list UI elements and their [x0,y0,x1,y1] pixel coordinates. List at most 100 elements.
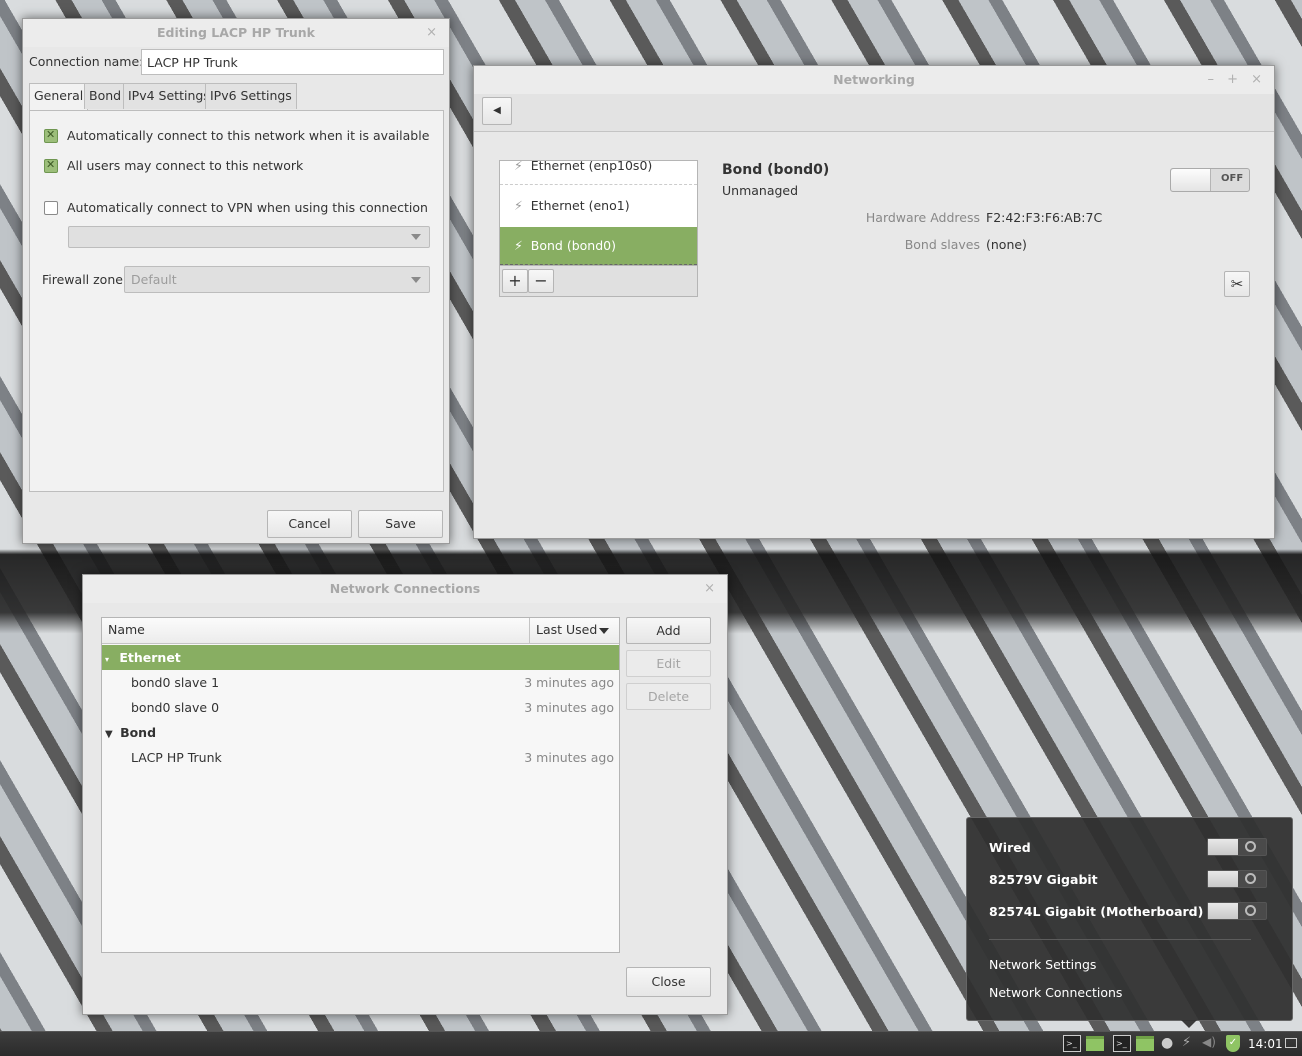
connections-titlebar: Network Connections × [83,575,727,603]
table-row[interactable]: LACP HP Trunk 3 minutes ago [102,745,619,770]
tab-ipv6[interactable]: IPv6 Settings [205,83,297,109]
device-name: Bond (bond0) [722,162,830,178]
off-indicator-icon [1245,841,1256,852]
networking-window: Networking – + × ◀ ⚡ Ethernet (enp10s0) ⚡… [473,65,1275,539]
minimize-icon[interactable]: – [1208,66,1215,94]
ethernet-plug-icon: ⚡ [514,238,523,253]
network-icon[interactable]: ⚡ [1182,1035,1191,1050]
clock[interactable]: 14:01 [1248,1037,1283,1051]
terminal-icon[interactable]: >_ [1063,1035,1081,1052]
device-settings-button[interactable]: ✂ [1224,271,1250,297]
save-button[interactable]: Save [358,510,443,538]
device-label: Ethernet (eno1) [530,198,630,213]
connection-name: bond0 slave 0 [131,700,220,715]
tray-item-82579v: 82579V Gigabit [989,872,1098,887]
taskbar: >_ >_ ● ⚡ ◀) ✓ 14:01 [0,1031,1302,1056]
column-last-used-label: Last Used [536,622,598,637]
network-settings-link[interactable]: Network Settings [989,954,1096,976]
sort-arrow-icon [599,628,609,634]
wired-toggle[interactable] [1207,838,1267,856]
off-indicator-icon [1245,905,1256,916]
off-indicator-icon [1245,873,1256,884]
tab-bond[interactable]: Bond [84,83,127,109]
connection-last-used: 3 minutes ago [524,750,614,765]
toggle-knob [1171,169,1211,191]
hardware-address-label: Hardware Address [865,210,980,225]
delete-button[interactable]: Delete [626,683,711,710]
connections-title: Network Connections [329,581,481,596]
vpn-select[interactable] [68,226,430,248]
column-last-used-header[interactable]: Last Used [529,618,619,643]
tray-item-82574l: 82574L Gigabit (Motherboard) [989,904,1204,919]
editor-tabs: General Bond IPv4 Settings IPv6 Settings [29,83,449,113]
auto-connect-checkbox[interactable] [44,128,58,143]
device-item-enp10s0[interactable]: ⚡ Ethernet (enp10s0) [500,160,697,185]
device-item-eno1[interactable]: ⚡ Ethernet (eno1) [500,190,697,222]
column-name-header[interactable]: Name [108,618,145,642]
maximize-icon[interactable]: + [1227,66,1238,94]
add-device-button[interactable]: + [502,269,528,293]
close-icon[interactable]: × [1251,66,1262,94]
folder-icon[interactable] [1086,1036,1104,1051]
toggle-knob [1208,871,1238,887]
chevron-down-icon [411,276,421,283]
expander-icon: ▼ [105,729,113,740]
connections-list: Name Last Used ▾ Ethernet bond0 slave 1 … [101,617,620,953]
folder-icon[interactable] [1136,1036,1154,1051]
chevron-down-icon [411,234,421,240]
82574l-toggle[interactable] [1207,902,1267,920]
hardware-address-value: F2:42:F3:F6:AB:7C [986,210,1103,225]
back-arrow-icon: ◀ [493,105,501,116]
toggle-state-label: OFF [1221,173,1244,184]
device-item-bond0[interactable]: ⚡ Bond (bond0) [500,227,697,265]
group-row-bond[interactable]: ▼ Bond [102,720,619,745]
terminal-icon[interactable]: >_ [1113,1035,1131,1052]
all-users-checkbox[interactable] [44,158,58,173]
tray-item-wired: Wired [989,840,1031,855]
device-toggle[interactable]: OFF [1170,168,1250,192]
vpn-checkbox[interactable] [44,201,58,215]
device-list-toolbar: + − [499,266,698,297]
user-icon[interactable]: ● [1161,1035,1173,1051]
group-label: Ethernet [119,650,181,665]
group-row-ethernet[interactable]: ▾ Ethernet [102,645,619,670]
add-button[interactable]: Add [626,617,711,644]
device-list: ⚡ Ethernet (enp10s0) ⚡ Ethernet (eno1) ⚡ Bo… [499,160,698,266]
tab-general[interactable]: General [29,83,89,111]
editor-titlebar: Editing LACP HP Trunk × [23,19,449,47]
close-icon[interactable]: × [426,19,437,47]
auto-connect-label: Automatically connect to this network wh… [67,128,430,143]
networking-title: Networking [833,72,915,87]
remove-device-button[interactable]: − [528,269,554,293]
edit-button[interactable]: Edit [626,650,711,677]
cancel-button[interactable]: Cancel [267,510,352,538]
connection-name-input[interactable] [141,49,444,75]
network-tray-popup: Wired 82579V Gigabit 82574L Gigabit (Mot… [966,817,1293,1028]
show-desktop-icon[interactable] [1285,1038,1297,1048]
tab-ipv4[interactable]: IPv4 Settings [123,83,215,109]
close-button[interactable]: Close [626,967,711,997]
connection-name: bond0 slave 1 [131,675,220,690]
editing-connection-window: Editing LACP HP Trunk × Connection name:… [22,18,450,544]
close-icon[interactable]: × [704,575,715,603]
ethernet-plug-icon: ⚡ [514,198,523,213]
ethernet-plug-icon: ⚡ [514,160,523,173]
back-button[interactable]: ◀ [482,97,512,125]
networking-titlebar: Networking – + × [474,66,1274,94]
network-connections-window: Network Connections × Name Last Used ▾ E… [82,574,728,1015]
vpn-label: Automatically connect to VPN when using … [67,200,428,215]
bond-slaves-value: (none) [986,237,1027,252]
list-header: Name Last Used [102,618,619,644]
tray-divider [989,939,1251,940]
group-label: Bond [120,725,157,740]
firewall-zone-select[interactable]: Default [124,266,430,293]
editor-title: Editing LACP HP Trunk [157,25,315,40]
82579v-toggle[interactable] [1207,870,1267,888]
toggle-knob [1208,903,1238,919]
table-row[interactable]: bond0 slave 1 3 minutes ago [102,670,619,695]
device-label: Bond (bond0) [530,238,616,253]
shield-icon[interactable]: ✓ [1226,1035,1240,1052]
table-row[interactable]: bond0 slave 0 3 minutes ago [102,695,619,720]
volume-icon[interactable]: ◀) [1202,1035,1216,1049]
network-connections-link[interactable]: Network Connections [989,982,1122,1004]
